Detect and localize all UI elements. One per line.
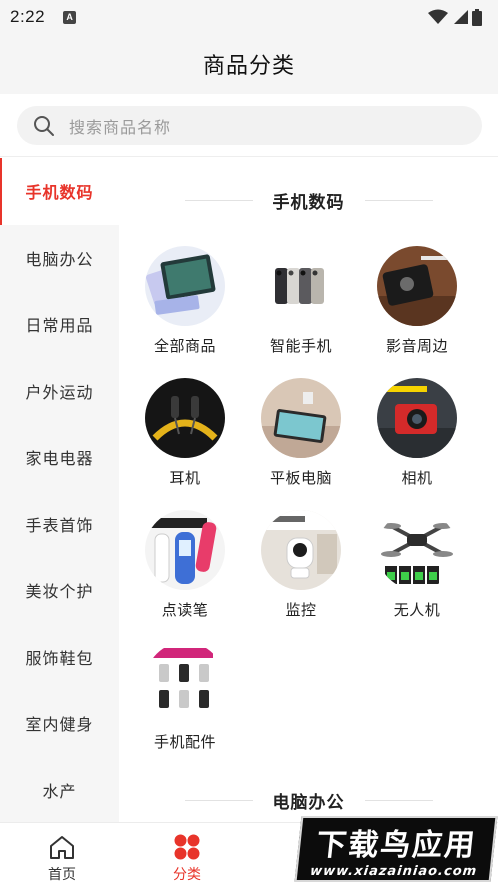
page-header: 商品分类 (0, 34, 498, 94)
tab-home[interactable]: 首页 (22, 823, 102, 887)
sidebar-item-fitness[interactable]: 室内健身 (0, 690, 119, 757)
category-phone-accessories[interactable]: 手机配件 (127, 642, 243, 752)
section-header: 手机数码 (119, 188, 498, 213)
search-icon (34, 115, 54, 136)
category-drones[interactable]: 无人机 (359, 510, 475, 620)
sidebar-item-appliances[interactable]: 家电电器 (0, 424, 119, 491)
audio-device-image (377, 246, 457, 326)
search-area: 搜索商品名称 (0, 94, 498, 157)
battery-icon (472, 8, 482, 26)
category-label: 点读笔 (161, 602, 209, 619)
search-placeholder: 搜索商品名称 (69, 119, 172, 137)
status-bar: 2:22 A (0, 0, 498, 34)
sidebar-item-daily[interactable]: 日常用品 (0, 291, 119, 358)
category-surveillance[interactable]: 监控 (243, 510, 359, 620)
tab-label: 分类 (173, 866, 201, 882)
category-label: 无人机 (393, 602, 441, 619)
category-label: 全部商品 (153, 338, 216, 355)
status-time: 2:22 (10, 7, 46, 26)
category-cameras[interactable]: 相机 (359, 378, 475, 488)
category-content: 手机数码 全部商品 智能手机 影音周边 耳机 平板电脑 相机 点读笔 监控 无人… (119, 158, 498, 822)
category-all[interactable]: 全部商品 (127, 246, 243, 356)
section-header: 电脑办公 (119, 788, 498, 813)
home-icon (50, 836, 74, 859)
watermark-main: 下载鸟应用 (314, 827, 479, 863)
section-title: 电脑办公 (272, 793, 345, 812)
tablet-on-desk-image (261, 378, 341, 458)
sidebar-item-phones[interactable]: 手机数码 (0, 158, 119, 225)
category-label: 影音周边 (385, 338, 448, 355)
security-camera-image (261, 510, 341, 590)
tablet-image (145, 246, 225, 326)
tab-category[interactable]: 分类 (147, 823, 227, 887)
category-label: 监控 (285, 602, 317, 619)
category-earphones[interactable]: 耳机 (127, 378, 243, 488)
divider (184, 200, 253, 201)
reading-pen-image (145, 510, 225, 590)
divider (364, 200, 433, 201)
category-label: 相机 (401, 470, 433, 487)
wifi-icon (428, 9, 448, 24)
signal-icon (454, 10, 468, 24)
earphones-image (145, 378, 225, 458)
drone-image (377, 510, 457, 590)
category-reading-pen[interactable]: 点读笔 (127, 510, 243, 620)
category-sidebar: 手机数码 电脑办公 日常用品 户外运动 家电电器 手表首饰 美妆个护 服饰鞋包 … (0, 158, 119, 822)
sidebar-item-outdoor[interactable]: 户外运动 (0, 358, 119, 425)
category-icon (174, 834, 200, 860)
category-label: 智能手机 (269, 338, 332, 355)
divider (364, 800, 433, 801)
smartphones-image (261, 246, 341, 326)
watermark-url: www.xiazainiao.com (309, 863, 479, 879)
category-label: 耳机 (169, 470, 201, 487)
category-audio-video[interactable]: 影音周边 (359, 246, 475, 356)
category-tablets[interactable]: 平板电脑 (243, 378, 359, 488)
sidebar-item-jewelry[interactable]: 手表首饰 (0, 491, 119, 558)
status-indicators (428, 8, 482, 26)
category-label: 手机配件 (153, 734, 216, 751)
search-input[interactable]: 搜索商品名称 (17, 106, 482, 145)
page-title: 商品分类 (202, 53, 295, 78)
sidebar-item-computers[interactable]: 电脑办公 (0, 225, 119, 292)
sidebar-item-beauty[interactable]: 美妆个护 (0, 557, 119, 624)
watermark-logo: 下载鸟应用 www.xiazainiao.com (294, 816, 498, 882)
phone-adapters-image (145, 642, 225, 722)
category-smartphones[interactable]: 智能手机 (243, 246, 359, 356)
sidebar-item-apparel[interactable]: 服饰鞋包 (0, 624, 119, 691)
tab-label: 首页 (48, 866, 76, 882)
divider (184, 800, 253, 801)
camera-image (377, 378, 457, 458)
category-label: 平板电脑 (269, 470, 332, 487)
section-title: 手机数码 (272, 193, 345, 212)
sidebar-item-seafood[interactable]: 水产 (0, 757, 119, 823)
notification-icon: A (63, 10, 77, 24)
